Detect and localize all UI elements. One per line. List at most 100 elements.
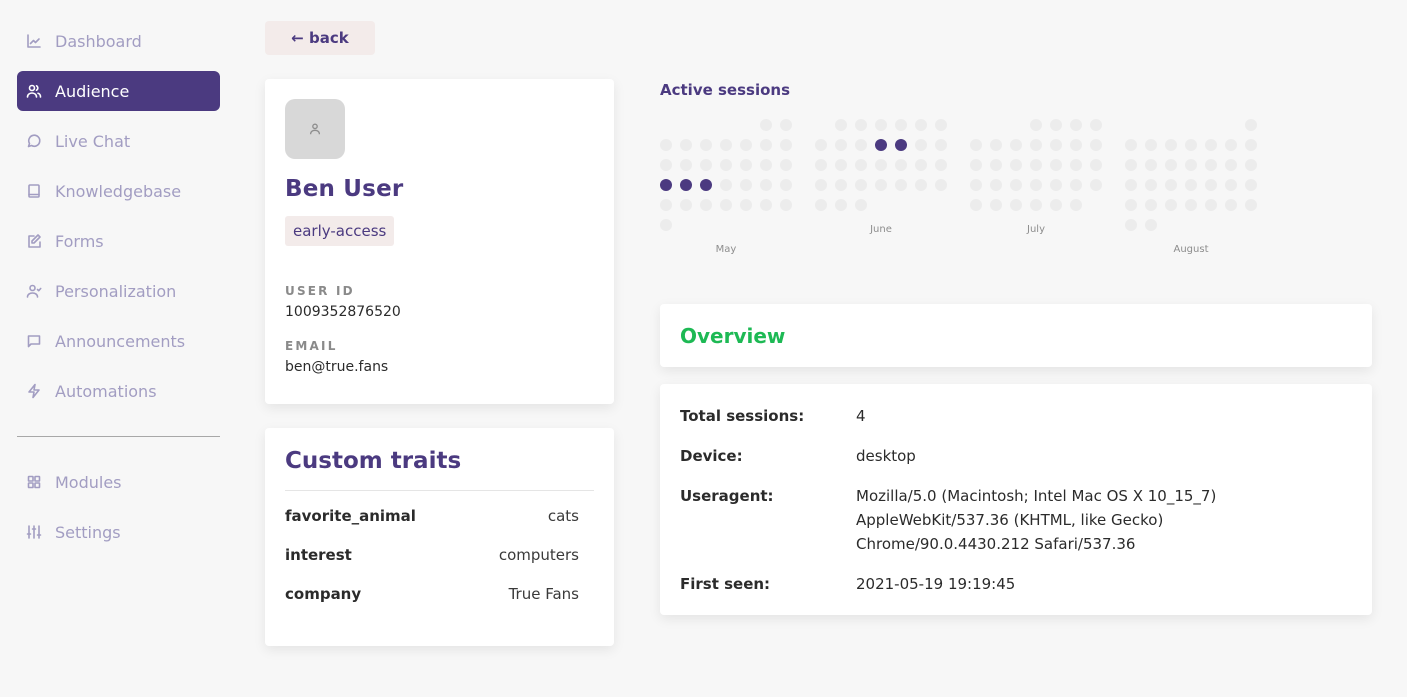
session-day-dot[interactable] [875,179,887,191]
session-day-dot[interactable] [990,199,1002,211]
session-day-dot[interactable] [935,139,947,151]
session-day-dot[interactable] [680,179,692,191]
session-day-dot[interactable] [1070,119,1082,131]
user-tag[interactable]: early-access [285,216,395,246]
session-day-dot[interactable] [935,179,947,191]
session-day-dot[interactable] [700,199,712,211]
session-day-dot[interactable] [855,199,867,211]
session-day-dot[interactable] [970,179,982,191]
session-day-dot[interactable] [1165,159,1177,171]
session-day-dot[interactable] [720,179,732,191]
session-day-dot[interactable] [855,139,867,151]
session-day-dot[interactable] [815,139,827,151]
session-day-dot[interactable] [935,119,947,131]
session-day-dot[interactable] [1145,179,1157,191]
session-day-dot[interactable] [1145,219,1157,231]
session-day-dot[interactable] [1225,139,1237,151]
sidebar-item-announcements[interactable]: Announcements [17,321,220,361]
session-day-dot[interactable] [760,199,772,211]
session-day-dot[interactable] [660,159,672,171]
session-day-dot[interactable] [720,159,732,171]
sidebar-item-forms[interactable]: Forms [17,221,220,261]
session-day-dot[interactable] [855,119,867,131]
sidebar-item-automations[interactable]: Automations [17,371,220,411]
session-day-dot[interactable] [1070,199,1082,211]
session-day-dot[interactable] [1050,199,1062,211]
session-day-dot[interactable] [1010,179,1022,191]
session-day-dot[interactable] [970,159,982,171]
session-day-dot[interactable] [1245,119,1257,131]
session-day-dot[interactable] [1050,119,1062,131]
session-day-dot[interactable] [740,139,752,151]
sidebar-item-personalization[interactable]: Personalization [17,271,220,311]
session-day-dot[interactable] [1125,159,1137,171]
session-day-dot[interactable] [1125,179,1137,191]
session-day-dot[interactable] [760,159,772,171]
session-day-dot[interactable] [1205,179,1217,191]
session-day-dot[interactable] [1185,139,1197,151]
session-day-dot[interactable] [835,199,847,211]
session-day-dot[interactable] [1205,199,1217,211]
session-day-dot[interactable] [660,219,672,231]
session-day-dot[interactable] [915,179,927,191]
session-day-dot[interactable] [1050,159,1062,171]
session-day-dot[interactable] [780,199,792,211]
session-day-dot[interactable] [780,159,792,171]
session-day-dot[interactable] [1090,159,1102,171]
session-day-dot[interactable] [1145,139,1157,151]
session-day-dot[interactable] [1185,199,1197,211]
session-day-dot[interactable] [835,119,847,131]
sidebar-item-dashboard[interactable]: Dashboard [17,21,220,61]
session-day-dot[interactable] [1225,199,1237,211]
session-day-dot[interactable] [680,139,692,151]
session-day-dot[interactable] [1245,179,1257,191]
session-day-dot[interactable] [895,159,907,171]
sidebar-item-live-chat[interactable]: Live Chat [17,121,220,161]
session-day-dot[interactable] [990,139,1002,151]
session-day-dot[interactable] [1050,179,1062,191]
session-day-dot[interactable] [875,139,887,151]
session-day-dot[interactable] [1125,139,1137,151]
session-day-dot[interactable] [1070,159,1082,171]
session-day-dot[interactable] [1165,179,1177,191]
session-day-dot[interactable] [915,119,927,131]
session-day-dot[interactable] [780,119,792,131]
session-day-dot[interactable] [1185,179,1197,191]
session-day-dot[interactable] [1205,159,1217,171]
session-day-dot[interactable] [1165,139,1177,151]
session-day-dot[interactable] [915,139,927,151]
session-day-dot[interactable] [855,179,867,191]
session-day-dot[interactable] [1225,159,1237,171]
sidebar-item-settings[interactable]: Settings [17,512,220,552]
session-day-dot[interactable] [760,139,772,151]
session-day-dot[interactable] [680,199,692,211]
session-day-dot[interactable] [780,179,792,191]
session-day-dot[interactable] [760,179,772,191]
session-day-dot[interactable] [815,159,827,171]
session-day-dot[interactable] [1165,199,1177,211]
session-day-dot[interactable] [740,179,752,191]
session-day-dot[interactable] [1030,159,1042,171]
session-day-dot[interactable] [1010,159,1022,171]
session-day-dot[interactable] [740,159,752,171]
sidebar-item-audience[interactable]: Audience [17,71,220,111]
session-day-dot[interactable] [1070,179,1082,191]
session-day-dot[interactable] [1030,199,1042,211]
session-day-dot[interactable] [700,159,712,171]
session-day-dot[interactable] [1245,199,1257,211]
session-day-dot[interactable] [970,139,982,151]
session-day-dot[interactable] [1145,199,1157,211]
session-day-dot[interactable] [1050,139,1062,151]
session-day-dot[interactable] [1010,199,1022,211]
session-day-dot[interactable] [990,159,1002,171]
session-day-dot[interactable] [760,119,772,131]
session-day-dot[interactable] [1225,179,1237,191]
session-day-dot[interactable] [915,159,927,171]
session-day-dot[interactable] [1145,159,1157,171]
session-day-dot[interactable] [1010,139,1022,151]
session-day-dot[interactable] [740,199,752,211]
session-day-dot[interactable] [1245,159,1257,171]
session-day-dot[interactable] [895,139,907,151]
session-day-dot[interactable] [815,179,827,191]
session-day-dot[interactable] [660,139,672,151]
